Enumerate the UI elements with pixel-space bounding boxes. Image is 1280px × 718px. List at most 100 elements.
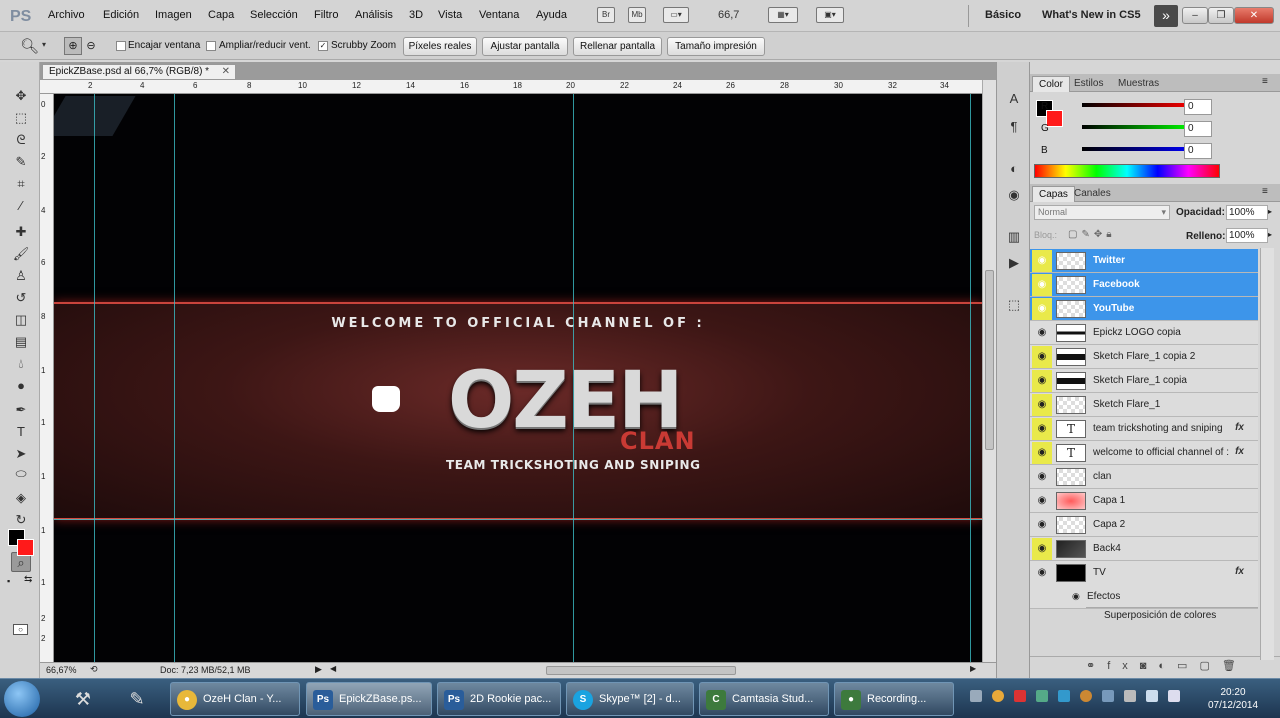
workspace-expand-icon[interactable]: » xyxy=(1154,5,1178,27)
clock[interactable]: 20:20 07/12/2014 xyxy=(1200,686,1266,712)
eye-icon[interactable]: ◉ xyxy=(1032,514,1052,536)
layer-row[interactable]: ◉ YouTube xyxy=(1030,297,1258,321)
layer-row[interactable]: ◉ Sketch Flare_1 xyxy=(1030,393,1258,417)
menu-capa[interactable]: Capa xyxy=(208,9,234,21)
character-panel-icon[interactable]: A xyxy=(1005,90,1023,108)
menu-imagen[interactable]: Imagen xyxy=(155,9,192,21)
tab-canales[interactable]: Canales xyxy=(1068,186,1117,202)
tray-icon[interactable] xyxy=(970,690,982,702)
slider-green-value[interactable]: 0 xyxy=(1184,121,1212,137)
lasso-tool-icon[interactable]: ᘓ xyxy=(11,130,31,150)
workspace-whats-new[interactable]: What's New in CS5 xyxy=(1042,9,1141,21)
navigator-panel-icon[interactable]: ⬚ xyxy=(1005,296,1023,314)
menu-edicion[interactable]: Edición xyxy=(103,9,139,21)
close-icon[interactable]: ✕ xyxy=(1234,7,1274,24)
layer-row[interactable]: ◉ Back4 xyxy=(1030,537,1258,561)
eye-icon[interactable]: ◉ xyxy=(1032,418,1052,440)
lock-icons[interactable]: ▢✎✥🔒︎ xyxy=(1068,229,1116,240)
close-icon[interactable]: ✕ xyxy=(222,65,230,79)
eye-icon[interactable]: ◉ xyxy=(1032,490,1052,512)
layers-footer-icons[interactable]: ⚭fx◙◐▭▢🗑︎ xyxy=(1030,656,1280,676)
eye-icon[interactable]: ◉ xyxy=(1032,250,1052,272)
shape-tool-icon[interactable]: ⬭ xyxy=(11,464,31,484)
minibridge-icon[interactable]: Mb xyxy=(628,7,646,23)
move-tool-icon[interactable]: ✥ xyxy=(11,86,31,106)
opacity-input[interactable]: 100% xyxy=(1226,205,1268,220)
tray-icon[interactable] xyxy=(1014,690,1026,702)
clone-source-panel-icon[interactable]: ◉ xyxy=(1005,186,1023,204)
minimize-icon[interactable]: – xyxy=(1182,7,1208,24)
eye-icon[interactable]: ◉ xyxy=(1032,394,1052,416)
tab-color[interactable]: Color xyxy=(1032,76,1070,92)
tray-icon[interactable] xyxy=(992,690,1004,702)
guide-line[interactable] xyxy=(174,94,175,662)
swap-colors-icon[interactable]: ⇆ xyxy=(24,574,32,585)
tray-icon[interactable] xyxy=(1102,690,1114,702)
crop-tool-icon[interactable]: ⌗ xyxy=(11,174,31,194)
screen-mode-icon[interactable]: ▣▾ xyxy=(816,7,844,23)
3d-rotate-tool-icon[interactable]: ◈ xyxy=(11,488,31,508)
tray-icon[interactable] xyxy=(1080,690,1092,702)
workspace-basico[interactable]: Básico xyxy=(985,9,1021,21)
menu-vista[interactable]: Vista xyxy=(438,9,462,21)
quick-mask-icon[interactable]: ○ xyxy=(13,624,28,635)
restore-icon[interactable]: ❐ xyxy=(1208,7,1234,24)
eye-icon[interactable]: ◉ xyxy=(1032,538,1052,560)
tab-estilos[interactable]: Estilos xyxy=(1068,76,1109,92)
scrollbar-thumb[interactable] xyxy=(546,666,736,675)
tray-icon[interactable] xyxy=(1058,690,1070,702)
status-menu-arrow-icon[interactable]: ▶ xyxy=(315,664,322,675)
3d-orbit-tool-icon[interactable]: ↻ xyxy=(11,510,31,530)
status-zoom[interactable]: 66,67% xyxy=(46,665,77,675)
scrollbar-thumb[interactable] xyxy=(985,270,994,450)
pixeles-reales-button[interactable]: Píxeles reales xyxy=(403,37,477,56)
layer-row[interactable]: ◉ T team trickshoting and sniping fx xyxy=(1030,417,1258,441)
vertical-scrollbar[interactable] xyxy=(982,80,996,662)
effect-item[interactable]: Superposición de colores xyxy=(1104,610,1216,621)
menu-ventana[interactable]: Ventana xyxy=(479,9,519,21)
tray-icon[interactable] xyxy=(1036,690,1048,702)
slider-blue-track[interactable] xyxy=(1082,147,1194,151)
slider-blue-value[interactable]: 0 xyxy=(1184,143,1212,159)
windows-start-icon[interactable] xyxy=(4,681,40,717)
zoom-out-icon[interactable]: ⊖ xyxy=(84,37,98,55)
guide-line[interactable] xyxy=(573,94,574,662)
taskbar-item-photoshop[interactable]: Ps 2D Rookie pac... xyxy=(437,682,561,716)
eye-icon[interactable]: ◉ xyxy=(1032,274,1052,296)
eraser-tool-icon[interactable]: ◫ xyxy=(11,310,31,330)
quick-selection-tool-icon[interactable]: ✎ xyxy=(11,152,31,172)
tab-muestras[interactable]: Muestras xyxy=(1112,76,1165,92)
bridge-icon[interactable]: Br xyxy=(597,7,615,23)
eye-icon[interactable]: ◉ xyxy=(1032,466,1052,488)
fx-icon[interactable]: fx xyxy=(1235,566,1244,577)
layer-row[interactable]: ◉ Epickz LOGO copia xyxy=(1030,321,1258,345)
type-tool-icon[interactable]: T xyxy=(11,422,31,442)
slider-red-track[interactable] xyxy=(1082,103,1194,107)
chevron-right-icon[interactable]: ▸ xyxy=(1268,230,1272,239)
fx-icon[interactable]: fx xyxy=(1235,446,1244,457)
taskbar-item-photoshop-active[interactable]: Ps EpickZBase.ps... xyxy=(306,682,432,716)
menu-3d[interactable]: 3D xyxy=(409,9,423,21)
guide-line[interactable] xyxy=(970,94,971,662)
layers-scrollbar[interactable] xyxy=(1260,248,1274,660)
editor-shortcut-icon[interactable]: ✎ xyxy=(120,682,154,716)
guide-line[interactable] xyxy=(94,94,95,662)
eye-icon[interactable]: ◉ xyxy=(1032,346,1052,368)
tool-shortcut-icon[interactable]: ⚒ xyxy=(66,682,100,716)
layer-row[interactable]: ◉ clan xyxy=(1030,465,1258,489)
layer-row[interactable]: ◉ TV fx ◉ Efectos xyxy=(1030,561,1258,609)
blend-mode-select[interactable]: Normal ▾ xyxy=(1034,205,1170,220)
status-info-icon[interactable]: ⟲ xyxy=(90,664,98,675)
default-colors-icon[interactable]: ▪ xyxy=(7,576,10,586)
layer-row[interactable]: ◉ Sketch Flare_1 copia xyxy=(1030,369,1258,393)
path-selection-tool-icon[interactable]: ➤ xyxy=(11,444,31,464)
ampliar-checkbox[interactable] xyxy=(206,41,216,51)
canvas[interactable]: WELCOME TO OFFICIAL CHANNEL OF : OZEH CL… xyxy=(54,94,982,662)
eye-icon[interactable]: ◉ xyxy=(1032,442,1052,464)
layer-row[interactable]: ◉ Facebook xyxy=(1030,273,1258,297)
taskbar-item-chrome[interactable]: ● OzeH Clan - Y... xyxy=(170,682,300,716)
color-spectrum[interactable] xyxy=(1034,164,1220,178)
marquee-tool-icon[interactable]: ⬚ xyxy=(11,108,31,128)
zoom-tool-icon[interactable]: 🔍︎ xyxy=(20,37,39,55)
menu-ayuda[interactable]: Ayuda xyxy=(536,9,567,21)
